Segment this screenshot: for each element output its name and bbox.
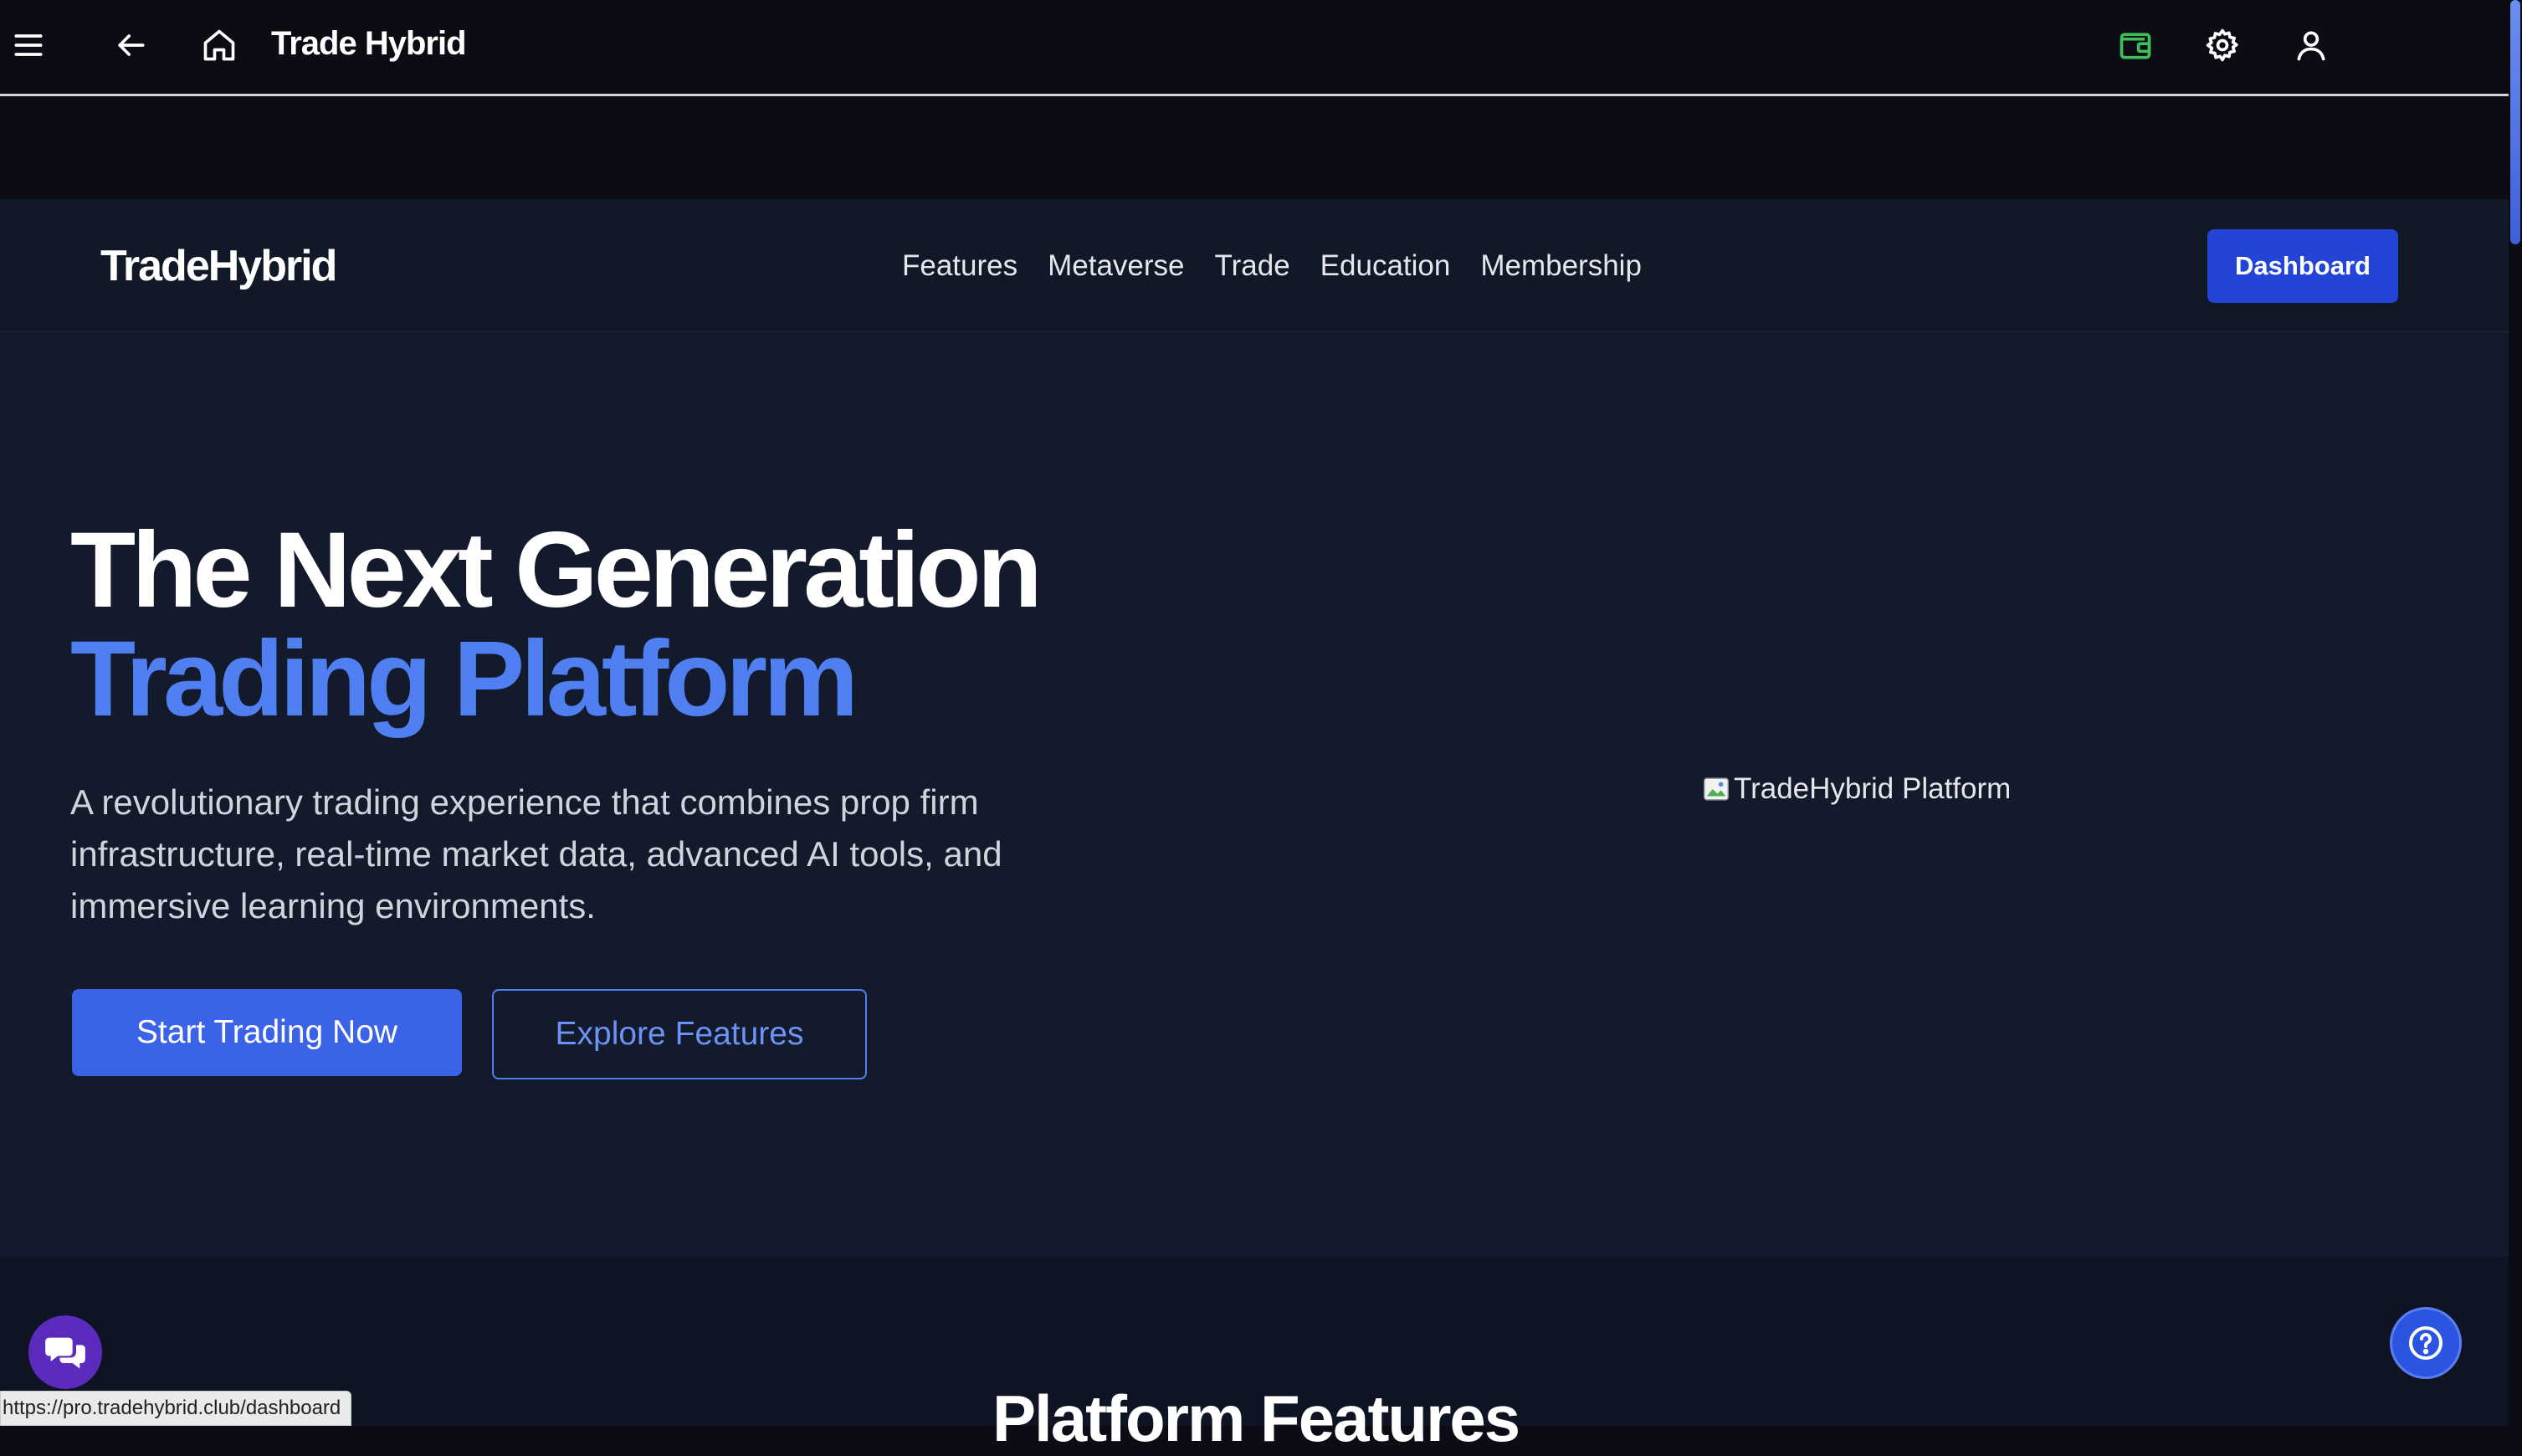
header-spacer	[0, 99, 2509, 199]
features-section: Platform Features	[0, 1257, 2509, 1455]
app-top-bar: Trade Hybrid	[0, 0, 2509, 96]
nav-link-trade[interactable]: Trade	[1215, 246, 1290, 286]
broken-image-icon	[1704, 777, 1729, 801]
user-icon[interactable]	[2284, 18, 2338, 72]
hero-image-alt-text: TradeHybrid Platform	[1734, 772, 2012, 805]
hero-image: TradeHybrid Platform	[1702, 772, 2011, 807]
nav-links: Features Metaverse Trade Education Membe…	[902, 246, 1642, 286]
status-bar-url: https://pro.tradehybrid.club/dashboard	[0, 1391, 352, 1426]
back-arrow-icon[interactable]	[104, 18, 157, 72]
nav-link-education[interactable]: Education	[1320, 246, 1451, 286]
hero-title-line1: The Next Generation	[70, 510, 1043, 630]
explore-features-button[interactable]: Explore Features	[492, 989, 867, 1079]
hero-section: The Next Generation Trading Platform A r…	[0, 333, 2509, 1257]
settings-icon[interactable]	[2196, 18, 2249, 72]
question-circle-icon	[2409, 1326, 2443, 1360]
nav-link-metaverse[interactable]: Metaverse	[1048, 246, 1184, 286]
hero-title-line2: Trading Platform	[70, 619, 859, 739]
chat-bubbles-icon	[45, 1337, 85, 1369]
features-title: Platform Features	[992, 1382, 1520, 1455]
chat-button[interactable]	[28, 1315, 102, 1389]
dashboard-button[interactable]: Dashboard	[2207, 229, 2398, 303]
menu-icon[interactable]	[2, 18, 55, 72]
wallet-icon[interactable]	[2109, 18, 2162, 72]
hero-description: A revolutionary trading experience that …	[70, 782, 1002, 925]
site-navbar: TradeHybrid Features Metaverse Trade Edu…	[0, 199, 2509, 333]
home-icon[interactable]	[192, 18, 246, 72]
start-trading-button[interactable]: Start Trading Now	[72, 989, 462, 1076]
nav-link-membership[interactable]: Membership	[1480, 246, 1642, 286]
site-logo[interactable]: TradeHybrid	[100, 241, 337, 291]
scrollbar-thumb[interactable]	[2510, 0, 2520, 244]
nav-link-features[interactable]: Features	[902, 246, 1018, 286]
app-title[interactable]: Trade Hybrid	[271, 22, 467, 65]
help-button[interactable]	[2390, 1307, 2462, 1379]
